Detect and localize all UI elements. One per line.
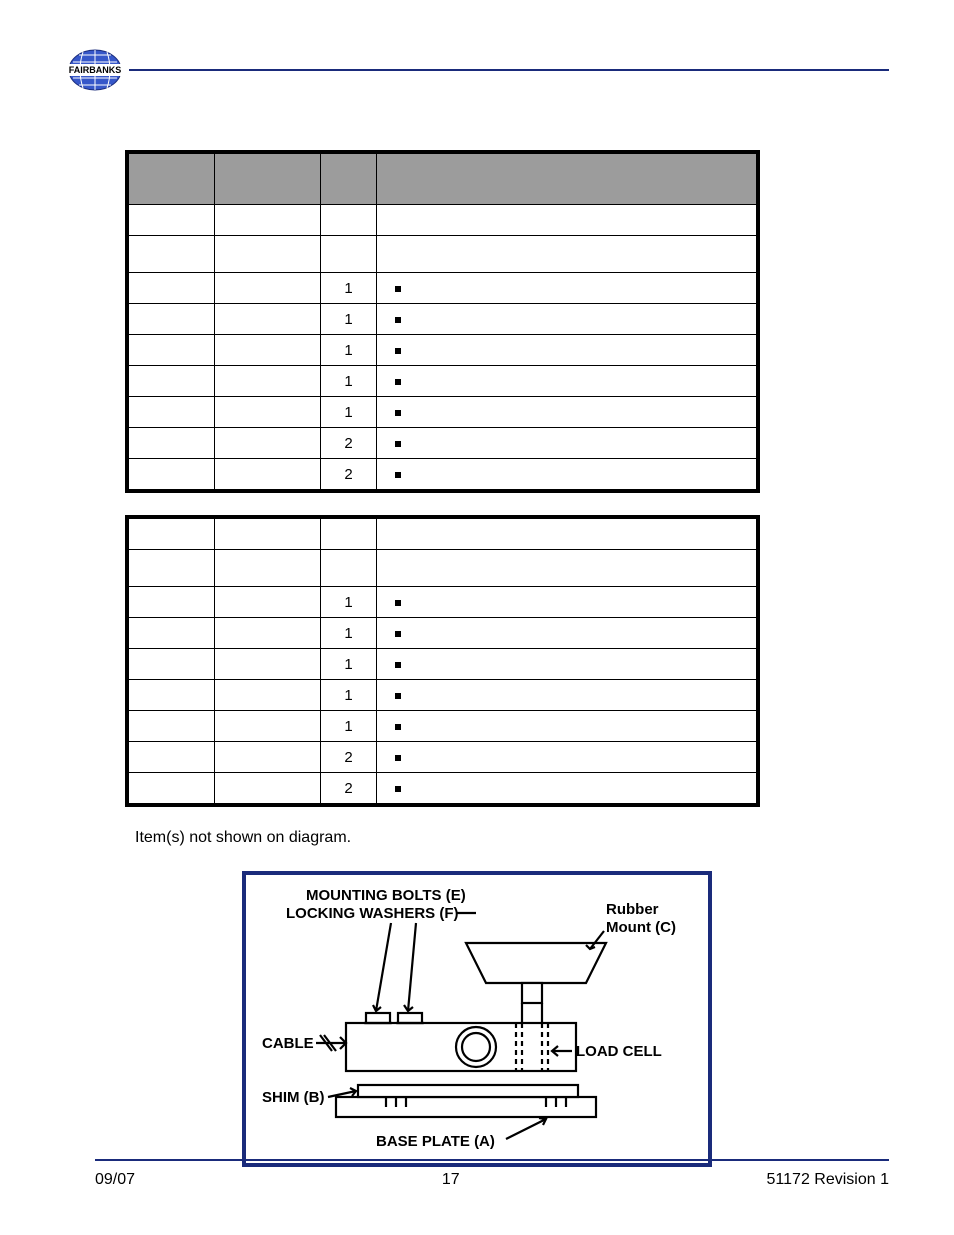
table-row: 2 xyxy=(127,428,758,459)
footer-rule xyxy=(95,1159,889,1161)
qty-cell: 2 xyxy=(344,780,352,797)
bullet-icon xyxy=(395,724,401,730)
table-row: 1 xyxy=(127,618,758,649)
qty-cell: 1 xyxy=(344,311,352,328)
qty-cell: 1 xyxy=(344,718,352,735)
bullet-icon xyxy=(395,786,401,792)
table-row xyxy=(127,550,758,587)
bullet-icon xyxy=(395,286,401,292)
diagram-svg xyxy=(246,875,708,1163)
load-cell-diagram: MOUNTING BOLTS (E) LOCKING WASHERS (F) R… xyxy=(242,871,712,1167)
qty-cell: 2 xyxy=(344,466,352,483)
qty-cell: 1 xyxy=(344,625,352,642)
qty-cell: 1 xyxy=(344,594,352,611)
table-row: 1 xyxy=(127,304,758,335)
table-header-row xyxy=(127,152,758,205)
bullet-icon xyxy=(395,441,401,447)
bullet-icon xyxy=(395,472,401,478)
footer-page: 17 xyxy=(442,1171,460,1189)
footer-date: 09/07 xyxy=(95,1171,135,1189)
qty-cell: 2 xyxy=(344,749,352,766)
page-footer: 09/07 17 51172 Revision 1 xyxy=(95,1171,889,1189)
table-row: 1 xyxy=(127,397,758,428)
bullet-icon xyxy=(395,410,401,416)
diagram-note: Item(s) not shown on diagram. xyxy=(135,829,889,847)
logo-text: FAIRBANKS xyxy=(69,65,122,75)
bullet-icon xyxy=(395,755,401,761)
qty-cell: 1 xyxy=(344,342,352,359)
qty-cell: 1 xyxy=(344,373,352,390)
page-header: FAIRBANKS xyxy=(65,50,889,90)
bullet-icon xyxy=(395,631,401,637)
bullet-icon xyxy=(395,693,401,699)
table-row: 1 xyxy=(127,587,758,618)
header-rule xyxy=(129,69,889,71)
qty-cell: 1 xyxy=(344,404,352,421)
qty-cell: 1 xyxy=(344,280,352,297)
qty-cell: 1 xyxy=(344,687,352,704)
table-row: 1 xyxy=(127,649,758,680)
table-row: 2 xyxy=(127,459,758,492)
table-row xyxy=(127,236,758,273)
bullet-icon xyxy=(395,600,401,606)
bullet-icon xyxy=(395,662,401,668)
table-row: 2 xyxy=(127,773,758,806)
qty-cell: 2 xyxy=(344,435,352,452)
table-row: 2 xyxy=(127,742,758,773)
footer-doc-rev: 51172 Revision 1 xyxy=(767,1171,889,1189)
parts-table-1: 1 1 1 1 1 xyxy=(125,150,760,493)
fairbanks-logo: FAIRBANKS xyxy=(65,44,125,96)
table-row xyxy=(127,205,758,236)
table-row: 1 xyxy=(127,711,758,742)
qty-cell: 1 xyxy=(344,656,352,673)
table-row: 1 xyxy=(127,680,758,711)
table-row: 1 xyxy=(127,335,758,366)
table-row xyxy=(127,517,758,550)
bullet-icon xyxy=(395,317,401,323)
table-row: 1 xyxy=(127,366,758,397)
bullet-icon xyxy=(395,348,401,354)
parts-table-2: 1 1 1 1 1 xyxy=(125,515,760,807)
bullet-icon xyxy=(395,379,401,385)
table-row: 1 xyxy=(127,273,758,304)
